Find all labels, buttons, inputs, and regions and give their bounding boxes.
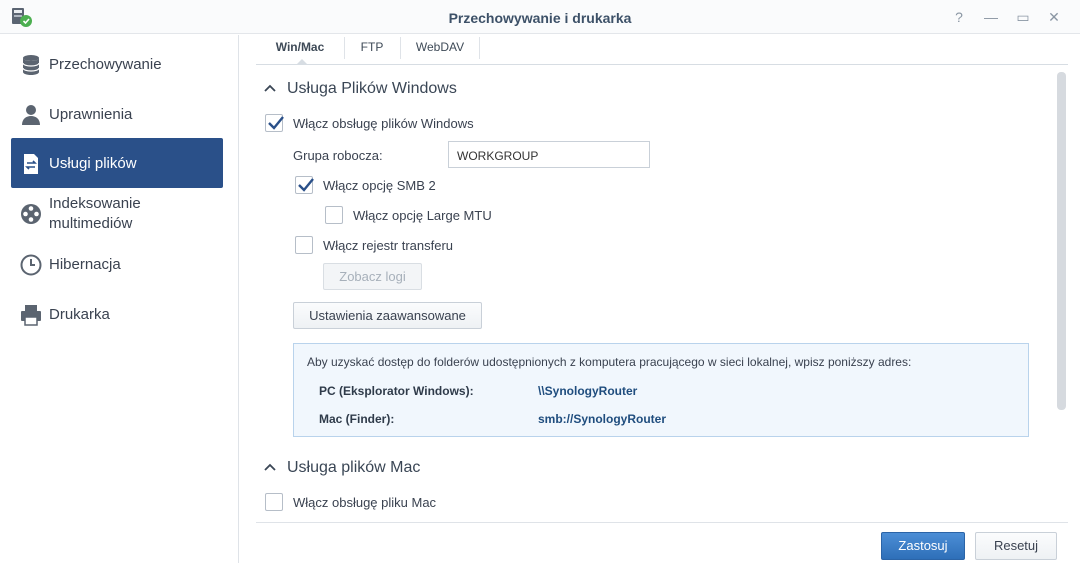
sidebar-item-hibernation[interactable]: Hibernacja xyxy=(11,239,223,289)
enable-windows-checkbox[interactable] xyxy=(265,114,284,132)
transfer-log-label: Włącz rejestr transferu xyxy=(323,238,454,253)
section-title-windows: Usługa Plików Windows xyxy=(287,80,457,97)
sidebar-item-printer[interactable]: Drukarka xyxy=(11,289,223,339)
user-icon xyxy=(22,105,40,125)
sidebar-item-file-services[interactable]: Usługi plików xyxy=(11,138,223,188)
enable-mac-checkbox[interactable] xyxy=(265,493,283,511)
sidebar-item-label: Indeksowanie multimediów xyxy=(49,194,141,234)
sidebar: Przechowywanie Uprawnienia Usługi plików… xyxy=(0,35,239,563)
section-title-mac: Usługa plików Mac xyxy=(287,459,421,476)
apply-button[interactable]: Zastosuj xyxy=(881,532,965,560)
footer-divider xyxy=(256,522,1068,523)
tab-separator xyxy=(400,37,401,59)
enable-mac-label: Włącz obsługę pliku Mac xyxy=(293,495,437,510)
tab-separator xyxy=(479,37,480,59)
workgroup-label: Grupa robocza: xyxy=(293,148,383,163)
access-info-text: Aby uzyskać dostęp do folderów udostępni… xyxy=(307,355,912,369)
database-icon xyxy=(22,55,40,75)
large-mtu-label: Włącz opcję Large MTU xyxy=(353,208,492,223)
close-icon[interactable]: ✕ xyxy=(1045,8,1063,26)
window-title: Przechowywanie i drukarka xyxy=(448,10,632,26)
pc-address-label: PC (Eksplorator Windows): xyxy=(319,384,474,398)
chevron-up-icon[interactable] xyxy=(264,83,276,93)
reset-button[interactable]: Resetuj xyxy=(975,532,1057,560)
mac-address-value: smb://SynologyRouter xyxy=(538,412,667,426)
sidebar-item-label: Przechowywanie xyxy=(49,56,162,73)
file-transfer-icon xyxy=(24,154,38,174)
sidebar-item-permissions[interactable]: Uprawnienia xyxy=(11,89,223,139)
tab-webdav[interactable]: WebDAV xyxy=(402,35,478,64)
access-info-box: Aby uzyskać dostęp do folderów udostępni… xyxy=(293,343,1029,437)
workgroup-input[interactable]: WORKGROUP xyxy=(448,141,650,168)
printer-icon xyxy=(21,305,41,326)
enable-windows-label: Włącz obsługę plików Windows xyxy=(293,116,474,131)
advanced-settings-button[interactable]: Ustawienia zaawansowane xyxy=(293,302,482,329)
pc-address-value: \\SynologyRouter xyxy=(538,384,638,398)
sidebar-item-media-indexing[interactable]: Indeksowanie multimediów xyxy=(11,188,223,238)
sidebar-item-label: Hibernacja xyxy=(49,256,121,273)
sidebar-item-label: Drukarka xyxy=(49,306,110,323)
sidebar-item-label: Uprawnienia xyxy=(49,106,133,123)
smb2-label: Włącz opcję SMB 2 xyxy=(323,178,436,193)
chevron-up-icon[interactable] xyxy=(264,462,276,472)
help-icon[interactable]: ? xyxy=(950,8,968,26)
smb2-checkbox[interactable] xyxy=(295,176,314,194)
large-mtu-checkbox[interactable] xyxy=(325,206,343,224)
film-reel-icon xyxy=(21,204,41,224)
title-bar: Przechowywanie i drukarka ? — ▭ ✕ xyxy=(0,0,1080,34)
checkmark-icon xyxy=(268,116,284,130)
sidebar-item-label: Usługi plików xyxy=(49,155,137,172)
sidebar-item-label-line1: Indeksowanie xyxy=(49,195,141,212)
minimize-icon[interactable]: — xyxy=(982,8,1000,26)
scrollbar[interactable] xyxy=(1057,72,1066,410)
view-logs-button[interactable]: Zobacz logi xyxy=(323,263,422,290)
clock-icon xyxy=(20,254,42,276)
tab-ftp[interactable]: FTP xyxy=(346,35,398,64)
checkmark-icon xyxy=(298,178,314,192)
tab-bar: Win/Mac FTP WebDAV xyxy=(256,35,1068,65)
tab-separator xyxy=(344,37,345,59)
sidebar-item-label-line2: multimediów xyxy=(49,215,133,232)
active-tab-indicator xyxy=(296,59,308,65)
mac-address-label: Mac (Finder): xyxy=(319,412,395,426)
sidebar-item-storage[interactable]: Przechowywanie xyxy=(11,39,223,89)
transfer-log-checkbox[interactable] xyxy=(295,236,313,254)
maximize-icon[interactable]: ▭ xyxy=(1014,8,1032,26)
